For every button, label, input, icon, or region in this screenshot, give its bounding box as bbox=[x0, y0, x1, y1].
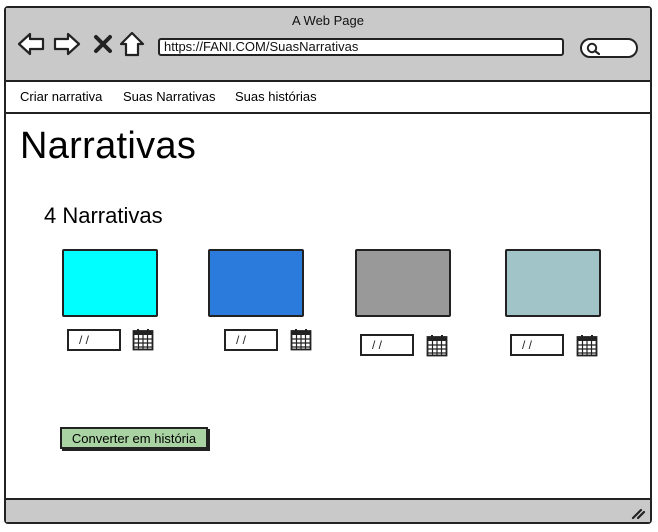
nav-menu: Criar narrativa Suas Narrativas Suas his… bbox=[6, 82, 650, 114]
back-arrow-icon[interactable] bbox=[16, 30, 46, 58]
narrative-thumbnail[interactable] bbox=[62, 249, 158, 317]
status-bar bbox=[6, 498, 650, 522]
window-title: A Web Page bbox=[291, 13, 365, 28]
convert-to-story-button[interactable]: Converter em história bbox=[60, 427, 208, 449]
calendar-icon[interactable] bbox=[290, 328, 312, 351]
menu-item-suas-historias[interactable]: Suas histórias bbox=[235, 89, 317, 104]
date-input[interactable]: / / bbox=[360, 334, 414, 356]
menu-item-suas-narrativas[interactable]: Suas Narrativas bbox=[123, 89, 215, 104]
browser-chrome: A Web Page https://FANI.COM/SuasNarrativ… bbox=[6, 8, 650, 82]
page-title: Narrativas bbox=[20, 125, 197, 167]
forward-arrow-icon[interactable] bbox=[52, 30, 82, 58]
menu-item-criar-narrativa[interactable]: Criar narrativa bbox=[20, 89, 102, 104]
date-input[interactable]: / / bbox=[510, 334, 564, 356]
search-icon bbox=[586, 42, 600, 55]
calendar-icon[interactable] bbox=[576, 334, 598, 357]
calendar-icon[interactable] bbox=[426, 334, 448, 357]
narrative-thumbnail[interactable] bbox=[355, 249, 451, 317]
date-input[interactable]: / / bbox=[224, 329, 278, 351]
search-field[interactable] bbox=[580, 38, 638, 58]
home-icon[interactable] bbox=[118, 30, 146, 58]
resize-handle-icon[interactable] bbox=[630, 504, 646, 520]
url-input[interactable]: https://FANI.COM/SuasNarrativas bbox=[158, 38, 564, 56]
calendar-icon[interactable] bbox=[132, 328, 154, 351]
date-input[interactable]: / / bbox=[67, 329, 121, 351]
narrative-thumbnail[interactable] bbox=[505, 249, 601, 317]
narrative-count: 4 Narrativas bbox=[44, 203, 163, 228]
browser-window: A Web Page https://FANI.COM/SuasNarrativ… bbox=[4, 6, 652, 524]
narrative-thumbnail[interactable] bbox=[208, 249, 304, 317]
close-x-icon[interactable] bbox=[92, 30, 114, 58]
